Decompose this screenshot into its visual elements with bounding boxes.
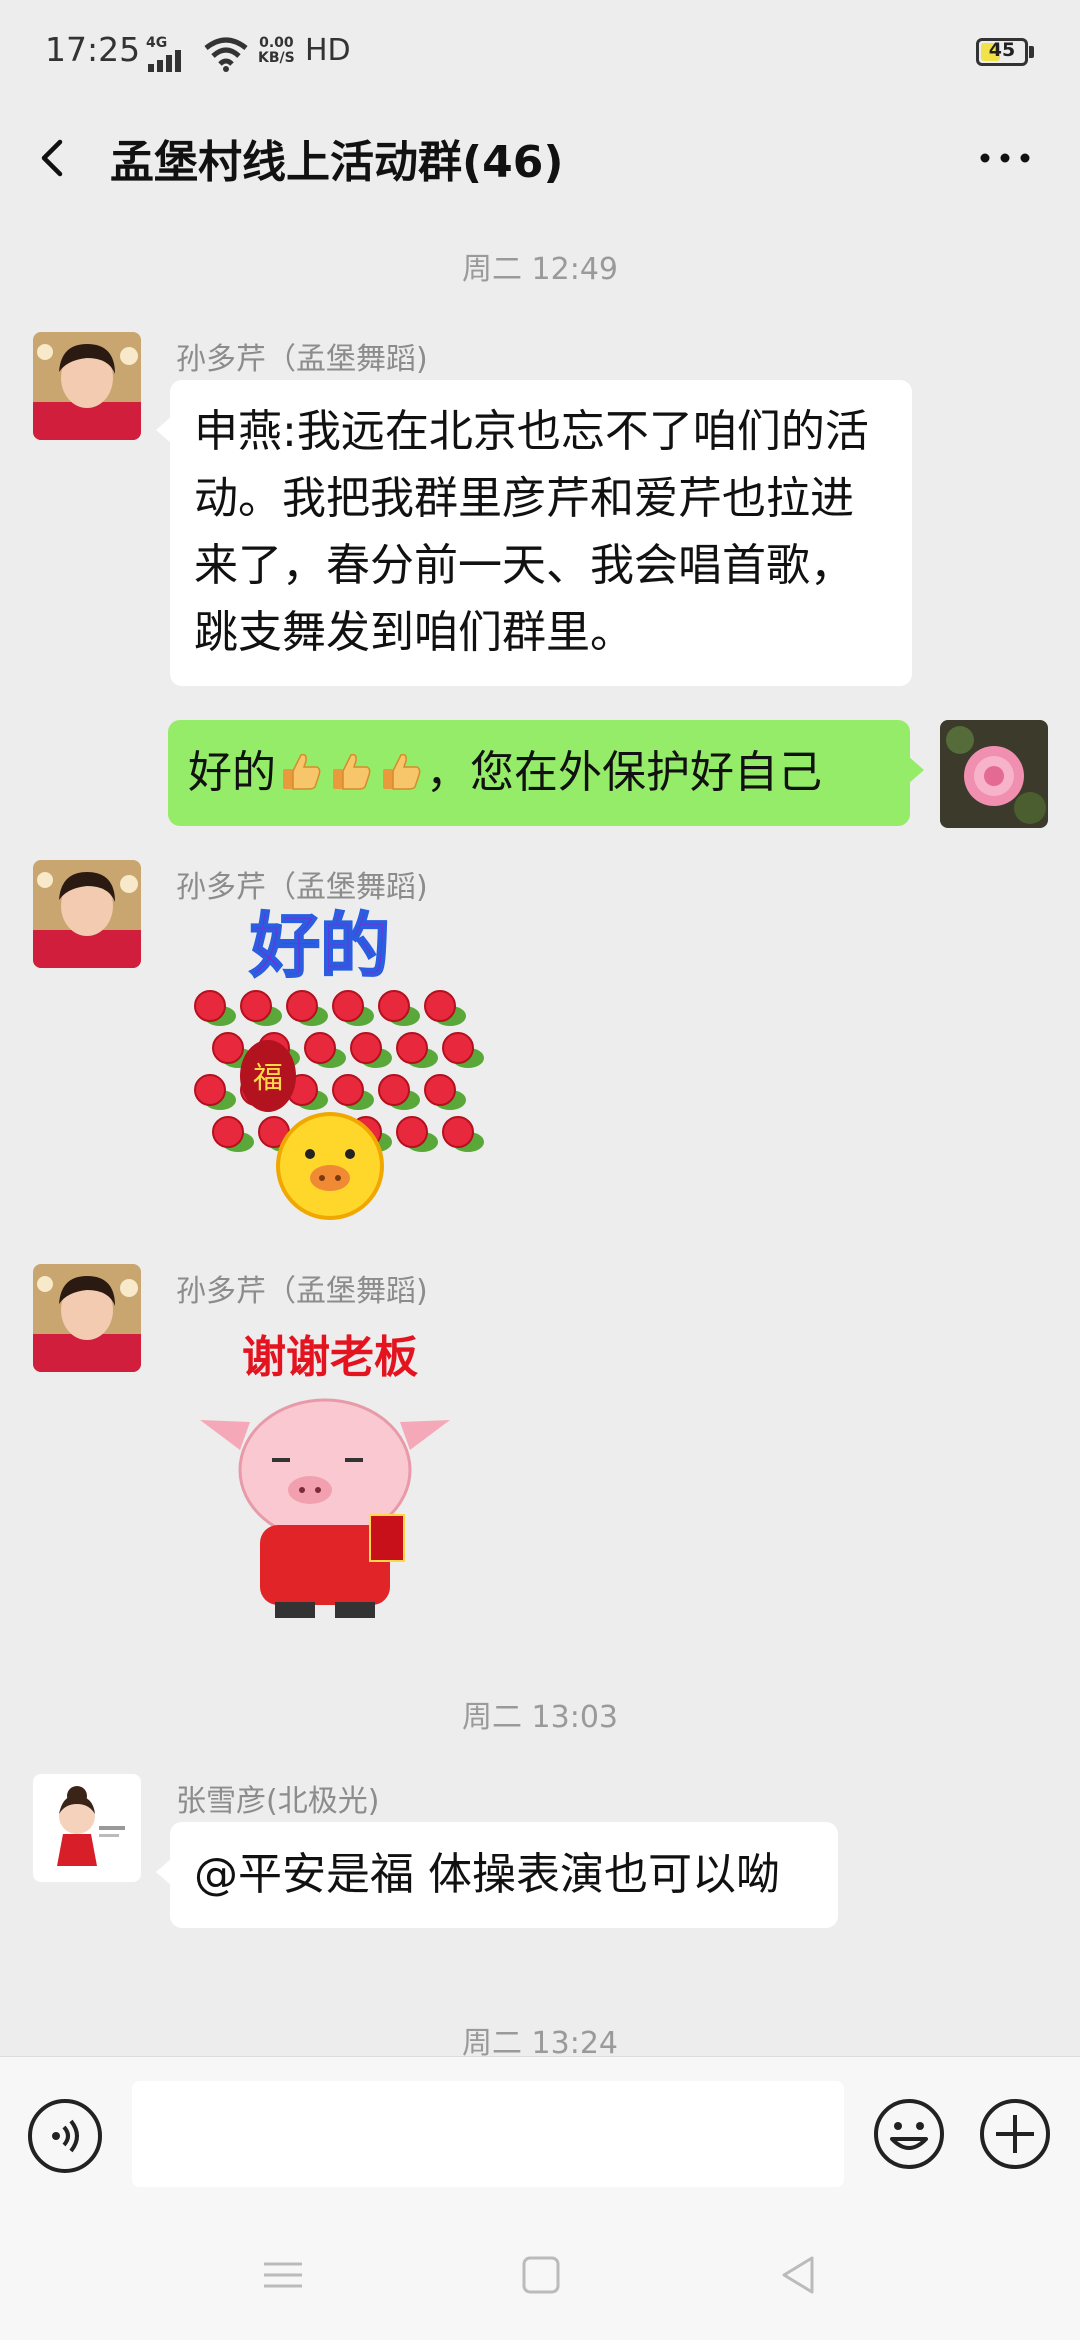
sender-name: 孙多芹（孟堡舞蹈) [176, 342, 428, 377]
message-input[interactable] [132, 2081, 844, 2187]
menu-icon[interactable] [258, 2250, 308, 2300]
sticker-text: 谢谢老板 [242, 1332, 418, 1383]
hd-indicator: HD [305, 33, 351, 68]
thumbs-up-icon [333, 753, 371, 790]
avatar[interactable] [33, 1774, 141, 1882]
lantern-text: 福 [253, 1061, 283, 1096]
sender-name: 孙多芹（孟堡舞蹈) [176, 1274, 428, 1309]
status-bar: 17:25 4G 0.00 KB/S HD 45 [0, 0, 1080, 108]
message-bubble[interactable]: 申燕:我远在北京也忘不了咱们的活 动。我把我群里彦芹和爱芹也拉进 来了，春分前一… [156, 380, 912, 686]
voice-icon[interactable] [28, 2099, 102, 2173]
message-bubble[interactable]: @平安是福 体操表演也可以呦 [156, 1822, 838, 1928]
network-type: 4G [146, 35, 168, 51]
speed-value: 0.00 [259, 35, 294, 51]
sticker-xiexie[interactable]: 谢谢老板 [180, 1310, 490, 1640]
message-list[interactable]: 周二 12:49 孙多芹（孟堡舞蹈) 申燕:我远在北京也忘不了咱们的活 动。我把… [0, 216, 1080, 2056]
red-envelope-icon [369, 1514, 405, 1562]
avatar[interactable] [33, 1264, 141, 1372]
plus-icon[interactable] [978, 2097, 1052, 2171]
chevron-left-icon[interactable] [30, 128, 80, 188]
back-triangle-icon[interactable] [774, 2250, 824, 2300]
sticker-text: 好的 [249, 906, 390, 987]
emoji-icon[interactable] [872, 2097, 946, 2171]
message-line: 申燕:我远在北京也忘不了咱们的活 [194, 406, 869, 457]
sender-name: 孙多芹（孟堡舞蹈) [176, 870, 428, 905]
message-line: 动。我把我群里彦芹和爱芹也拉进 [194, 473, 854, 524]
sticker-haode[interactable]: 好的 福 [170, 906, 500, 1236]
chat-title: 孟堡村线上活动群(46) [110, 137, 564, 188]
thumbs-up-icon [283, 753, 321, 790]
thumbs-up-icon [383, 753, 421, 790]
message-line: 来了，春分前一天、我会唱首歌， [194, 540, 854, 591]
system-nav-bar [0, 2206, 1080, 2340]
battery-icon: 45 [976, 38, 1028, 66]
home-icon[interactable] [516, 2250, 566, 2300]
message-text: @平安是福 体操表演也可以呦 [194, 1849, 780, 1900]
chat-header: 孟堡村线上活动群(46) [0, 108, 1080, 216]
battery-level: 45 [988, 39, 1016, 61]
more-dots-icon[interactable] [975, 128, 1035, 188]
message-text: 好的 [188, 747, 276, 798]
avatar[interactable] [33, 332, 141, 440]
status-time: 17:25 [45, 30, 141, 69]
thumbs-up-group [276, 747, 426, 798]
timestamp: 周二 13:24 [462, 2026, 618, 2056]
avatar[interactable] [33, 860, 141, 968]
timestamp: 周二 12:49 [462, 252, 618, 287]
signal-icon [148, 50, 181, 72]
my-message-bubble[interactable]: 好的 ，您在外保护好自己 [168, 720, 924, 826]
message-text: ，您在外保护好自己 [426, 747, 822, 798]
timestamp: 周二 13:03 [462, 1700, 618, 1735]
sender-name: 张雪彦(北极光) [176, 1784, 380, 1819]
message-line: 跳支舞发到咱们群里。 [194, 607, 634, 658]
battery-cap [1029, 46, 1034, 58]
speed-unit: KB/S [258, 50, 295, 66]
wifi-icon [204, 37, 248, 72]
network-speed: 0.00 KB/S [258, 36, 295, 66]
my-avatar[interactable] [940, 720, 1048, 828]
input-bar [0, 2056, 1080, 2207]
